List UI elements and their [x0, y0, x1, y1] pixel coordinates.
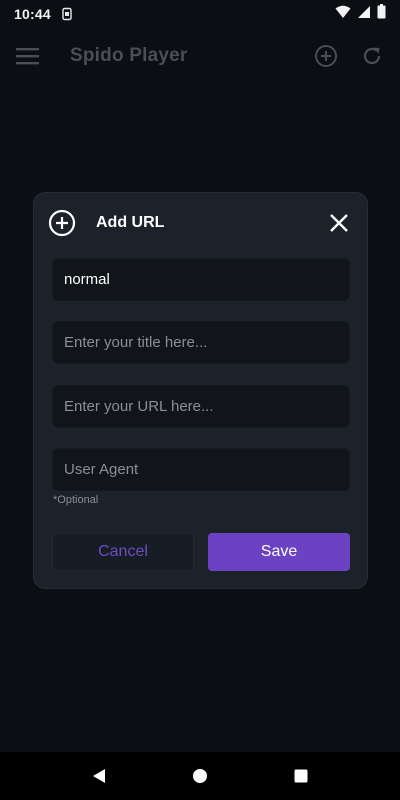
status-bar: 10:44 — [0, 0, 400, 28]
title-field[interactable] — [52, 321, 350, 364]
app-bar: Spido Player — [0, 28, 400, 84]
url-field[interactable] — [52, 385, 350, 428]
navigation-bar — [0, 752, 400, 800]
signal-icon — [357, 5, 371, 24]
type-field[interactable] — [52, 258, 350, 301]
dialog-title: Add URL — [96, 214, 165, 231]
close-icon[interactable] — [327, 211, 351, 235]
wifi-icon — [335, 5, 351, 24]
user-agent-field[interactable] — [52, 448, 350, 491]
save-button[interactable]: Save — [208, 533, 350, 571]
home-circle-icon[interactable] — [180, 756, 220, 796]
menu-icon[interactable] — [16, 44, 40, 68]
screen: 10:44 Spido Player Add URL normal Enter … — [0, 0, 400, 800]
add-circle-icon — [48, 209, 76, 237]
url-input[interactable] — [64, 398, 338, 415]
cancel-button[interactable]: Cancel — [52, 533, 194, 571]
sim-card-icon — [60, 7, 74, 21]
recents-square-icon[interactable] — [281, 756, 321, 796]
status-icons — [335, 4, 386, 24]
app-actions — [314, 44, 384, 68]
battery-icon — [377, 4, 386, 24]
user-agent-input[interactable] — [64, 461, 338, 478]
app-title: Spido Player — [70, 45, 188, 66]
add-circle-icon[interactable] — [314, 44, 338, 68]
dialog-header: Add URL — [48, 207, 351, 239]
add-url-dialog: Add URL *Optional Cancel Save — [33, 192, 368, 589]
status-time: 10:44 — [14, 6, 51, 22]
type-input[interactable] — [64, 271, 338, 288]
title-input[interactable] — [64, 334, 338, 351]
optional-note: *Optional — [53, 494, 99, 506]
refresh-icon[interactable] — [360, 44, 384, 68]
back-triangle-icon[interactable] — [79, 756, 119, 796]
